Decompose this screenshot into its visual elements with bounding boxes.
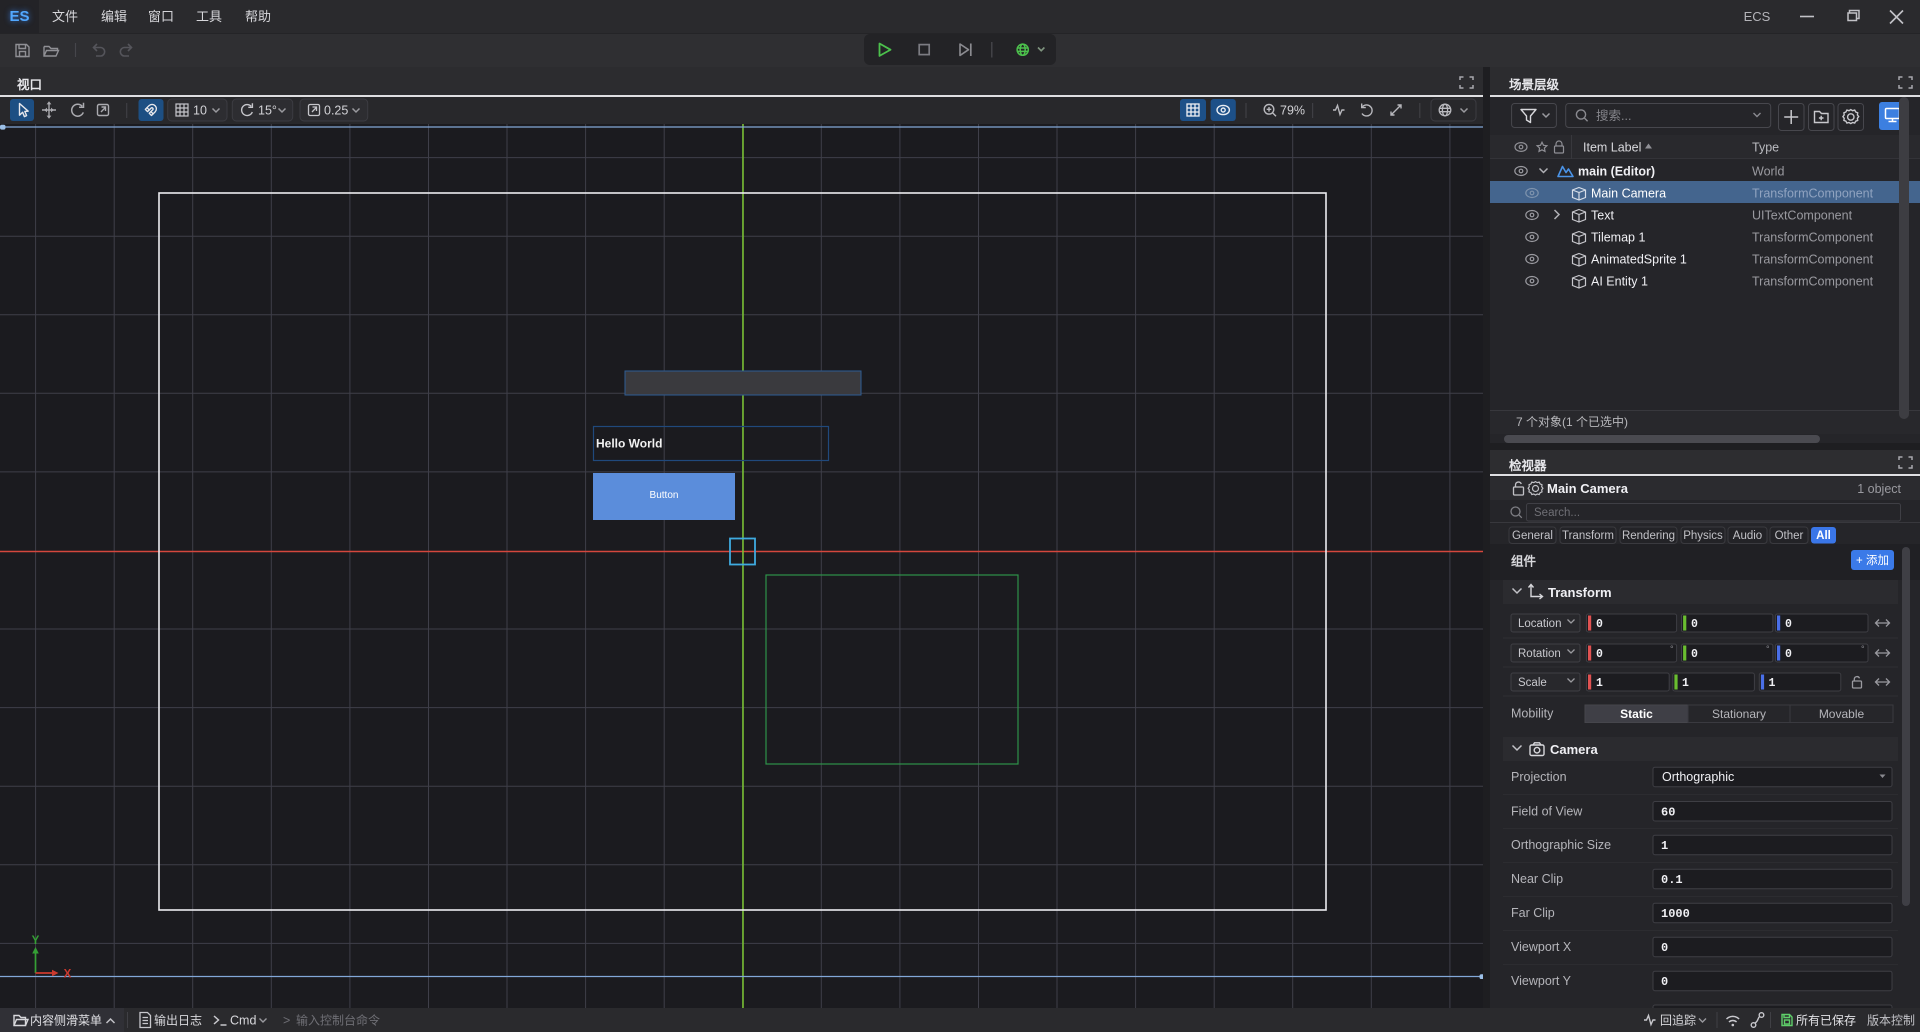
svg-text:1: 1 [1596,677,1603,690]
svg-text:Rendering: Rendering [1622,530,1675,542]
svg-text:World: World [1752,165,1784,179]
svg-text:Physics: Physics [1683,530,1723,542]
svg-text:main (Editor): main (Editor) [1578,165,1655,179]
svg-text:版本控制: 版本控制 [1867,1014,1915,1028]
svg-text:0: 0 [1785,648,1792,661]
svg-text:搜索...: 搜索... [1596,108,1631,123]
svg-text:Hello World: Hello World [596,437,662,451]
svg-text:0: 0 [1785,618,1792,631]
svg-text:>: > [283,1014,290,1028]
svg-text:1: 1 [1682,677,1689,690]
svg-text:输出日志: 输出日志 [154,1013,202,1028]
svg-text:Scale: Scale [1518,677,1547,689]
svg-text:TransformComponent: TransformComponent [1752,231,1874,245]
svg-text:0: 0 [1596,618,1603,631]
svg-text:内容侧滑菜单: 内容侧滑菜单 [30,1013,102,1028]
svg-text:所有已保存: 所有已保存 [1796,1014,1856,1028]
svg-text:°: ° [1670,644,1674,654]
svg-text:10: 10 [193,104,207,118]
svg-text:Cmd: Cmd [230,1014,256,1028]
svg-text:AnimatedSprite 1: AnimatedSprite 1 [1591,253,1687,267]
svg-text:Type: Type [1752,141,1779,155]
svg-text:Tilemap 1: Tilemap 1 [1591,231,1645,245]
svg-text:TransformComponent: TransformComponent [1752,253,1874,267]
svg-text:1 object: 1 object [1857,482,1901,496]
svg-text:Field of View: Field of View [1511,804,1583,818]
svg-text:0.25: 0.25 [324,104,348,118]
svg-text:Projection: Projection [1511,770,1567,784]
svg-text:°: ° [1766,644,1770,654]
svg-text:输入控制台命令: 输入控制台命令 [296,1013,380,1028]
svg-text:+ 添加: + 添加 [1856,553,1889,567]
svg-text:Movable: Movable [1819,707,1865,721]
svg-text:Main Camera: Main Camera [1591,187,1666,201]
svg-text:Orthographic: Orthographic [1662,770,1734,784]
svg-text:Item Label: Item Label [1583,141,1641,155]
svg-text:0: 0 [1661,941,1668,955]
svg-text:All: All [1816,530,1831,542]
svg-text:Viewport X: Viewport X [1511,940,1572,954]
svg-text:组件: 组件 [1511,554,1537,569]
svg-text:Rotation: Rotation [1518,648,1561,660]
svg-text:Transform: Transform [1548,585,1612,600]
svg-text:Camera: Camera [1550,742,1598,757]
svg-text:Stationary: Stationary [1712,707,1766,721]
svg-text:°: ° [1861,644,1865,654]
svg-text:回追踪: 回追踪 [1660,1013,1696,1028]
svg-text:Far Clip: Far Clip [1511,906,1555,920]
svg-text:General: General [1512,530,1553,542]
svg-text:1: 1 [1769,677,1776,690]
svg-text:Location: Location [1518,618,1561,630]
svg-text:Search...: Search... [1534,507,1580,519]
svg-text:Other: Other [1775,530,1804,542]
svg-text:AI Entity 1: AI Entity 1 [1591,275,1648,289]
svg-text:X: X [64,969,72,981]
svg-text:0: 0 [1691,618,1698,631]
svg-text:60: 60 [1661,805,1675,819]
svg-text:0.1: 0.1 [1661,873,1683,887]
svg-text:0: 0 [1661,975,1668,989]
svg-text:Button: Button [650,490,679,501]
svg-text:Transform: Transform [1562,530,1614,542]
svg-text:0: 0 [1596,648,1603,661]
svg-text:79%: 79% [1280,104,1305,118]
svg-text:Audio: Audio [1733,530,1762,542]
svg-text:Near Clip: Near Clip [1511,872,1563,886]
svg-text:Orthographic Size: Orthographic Size [1511,838,1611,852]
svg-text:Text: Text [1591,209,1614,223]
svg-text:Y: Y [32,935,40,947]
svg-text:Main Camera: Main Camera [1547,481,1629,496]
svg-text:0: 0 [1691,648,1698,661]
svg-text:TransformComponent: TransformComponent [1752,275,1874,289]
svg-text:1: 1 [1661,839,1668,853]
svg-text:UITextComponent: UITextComponent [1752,209,1853,223]
svg-text:Mobility: Mobility [1511,707,1554,721]
svg-text:15°: 15° [258,104,277,118]
svg-text:TransformComponent: TransformComponent [1752,187,1874,201]
svg-text:Static: Static [1620,707,1653,721]
svg-text:1000: 1000 [1661,907,1690,921]
svg-text:Viewport Y: Viewport Y [1511,974,1572,988]
